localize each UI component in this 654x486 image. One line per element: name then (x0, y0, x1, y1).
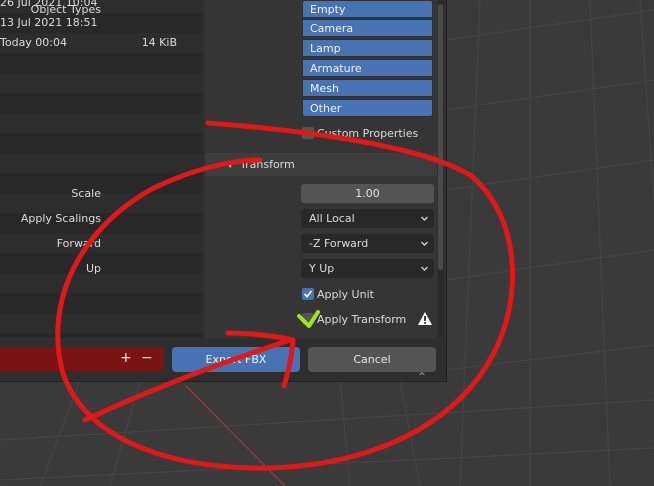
apply-transform-checkbox[interactable] (302, 313, 314, 325)
object-type-other[interactable]: Other (302, 99, 433, 117)
chevron-up-icon[interactable]: ^ (414, 372, 430, 382)
forward-label: Forward (56, 237, 101, 250)
file-row-empty (0, 173, 203, 193)
apply-scalings-label: Apply Scalings (20, 212, 101, 225)
file-row-empty (0, 93, 203, 113)
file-list: 26 Jul 2021 10:04 13 Jul 2021 18:51 Toda… (0, 0, 203, 338)
custom-properties-label: Custom Properties (317, 127, 419, 140)
file-row-empty (0, 193, 203, 213)
object-type-camera[interactable]: Camera (302, 19, 433, 37)
object-type-lamp[interactable]: Lamp (302, 39, 433, 57)
file-row-empty (0, 133, 203, 153)
file-row-empty (0, 253, 203, 273)
custom-properties-checkbox[interactable] (302, 127, 314, 139)
chevron-down-icon (421, 216, 428, 221)
object-type-armature[interactable]: Armature (302, 59, 433, 77)
chevron-down-icon (421, 266, 428, 271)
file-row-empty (0, 53, 203, 73)
file-row[interactable]: 13 Jul 2021 18:51 (0, 13, 203, 33)
chevron-down-icon (421, 241, 428, 246)
file-row-empty (0, 233, 203, 253)
file-row-empty (0, 73, 203, 93)
scrollbar-thumb[interactable] (438, 4, 443, 270)
file-row-empty (0, 273, 203, 293)
forward-value: -Z Forward (309, 237, 369, 250)
scale-label: Scale (71, 187, 101, 200)
object-types-label: Object Types (30, 3, 101, 16)
decrement-button[interactable]: − (141, 350, 153, 366)
apply-scalings-dropdown[interactable]: All Local (301, 209, 434, 228)
increment-button[interactable]: + (120, 350, 132, 366)
object-type-empty[interactable]: Empty (302, 0, 433, 18)
triangle-down-icon: ▼ (227, 160, 234, 169)
transform-header-label: Transform (240, 158, 295, 171)
apply-unit-checkbox[interactable] (302, 288, 314, 300)
file-row[interactable]: Today 00:04 14 KiB (0, 33, 203, 53)
warning-icon (418, 312, 432, 325)
file-date: Today 00:04 (0, 36, 68, 49)
file-size: 14 KiB (141, 36, 177, 49)
object-type-mesh[interactable]: Mesh (302, 79, 433, 97)
transform-section-header[interactable]: ▼ Transform (205, 153, 437, 176)
forward-dropdown[interactable]: -Z Forward (301, 234, 434, 253)
up-dropdown[interactable]: Y Up (301, 259, 434, 278)
export-fbx-button[interactable]: Export FBX (172, 347, 300, 372)
cancel-button[interactable]: Cancel (308, 347, 436, 372)
checkmark-icon (303, 290, 313, 298)
file-row-empty (0, 153, 203, 173)
file-row-empty (0, 293, 203, 313)
apply-scalings-value: All Local (309, 212, 355, 225)
apply-unit-label: Apply Unit (317, 288, 374, 301)
filename-field[interactable]: + − (0, 347, 164, 371)
up-label: Up (85, 262, 101, 275)
up-value: Y Up (309, 262, 335, 275)
file-row-empty (0, 313, 203, 333)
export-dialog: 26 Jul 2021 10:04 13 Jul 2021 18:51 Toda… (0, 0, 447, 382)
file-row-empty (0, 113, 203, 133)
apply-transform-label: Apply Transform (317, 313, 407, 326)
file-date: 13 Jul 2021 18:51 (0, 16, 98, 29)
scale-field[interactable]: 1.00 (301, 184, 434, 203)
